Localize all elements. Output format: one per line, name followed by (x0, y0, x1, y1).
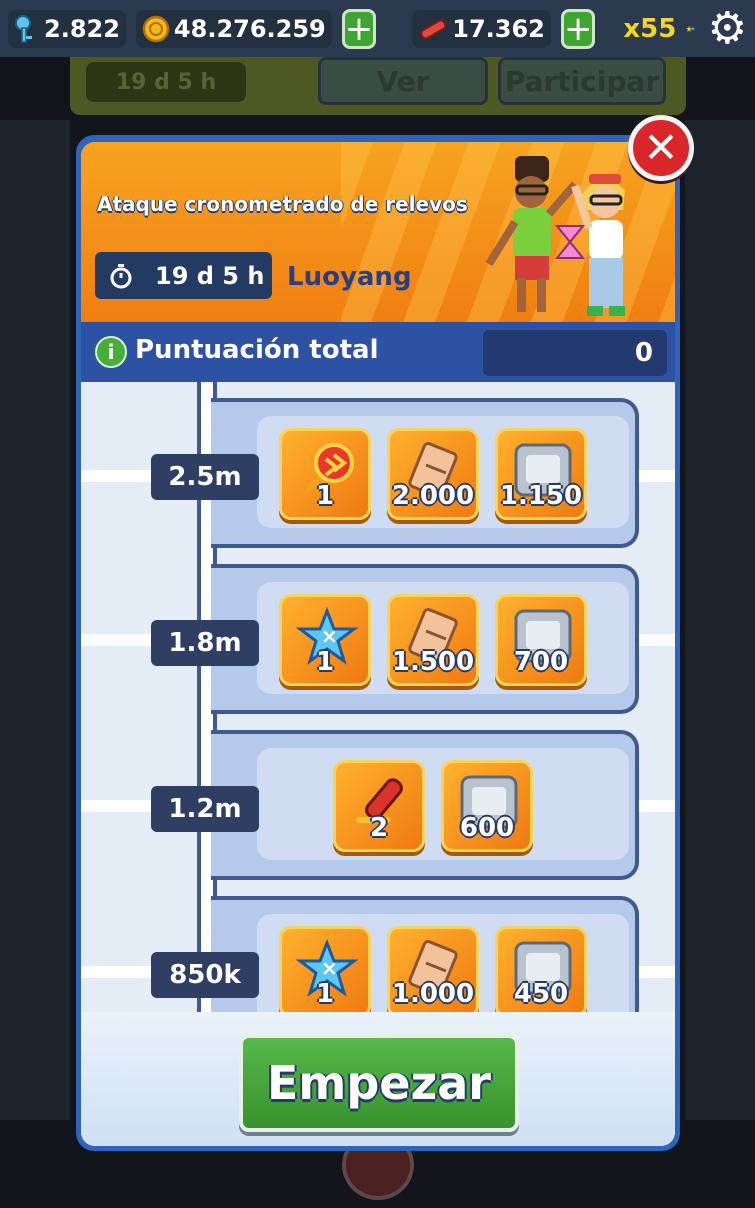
tier-threshold: 1.8m (151, 620, 259, 666)
total-score-value: 0 (483, 330, 667, 376)
keys-count: 2.822 (44, 14, 120, 43)
add-hoverboards-button[interactable]: + (560, 8, 596, 49)
background-join-button: Participar (498, 57, 666, 105)
event-title: Ataque cronometrado de relevos (97, 192, 468, 216)
reward-tier: × 1 1.000 450 (211, 896, 639, 1012)
reward-item[interactable]: 700 (495, 594, 587, 686)
star-icon[interactable] (686, 6, 696, 52)
hoverboards-counter: 17.362 (412, 9, 551, 48)
close-icon: ✕ (643, 123, 679, 172)
svg-text:×: × (321, 956, 338, 980)
background-timer-text: 19 d 5 h (115, 69, 217, 95)
background-timer: 19 d 5 h (86, 62, 246, 102)
event-city: Luoyang (287, 262, 412, 292)
reward-tier: 1 2.000 1.150 (211, 398, 639, 548)
reward-quantity: 1 (315, 647, 335, 677)
event-banner: Ataque cronometrado de relevos 19 d 5 h … (81, 142, 675, 322)
reward-quantity: 1.000 (391, 979, 475, 1009)
close-button[interactable]: ✕ (628, 115, 694, 181)
total-score-bar: i Puntuación total 0 (81, 322, 675, 382)
rewards-track[interactable]: 1 2.000 1.150 2.5m × 1 1.500 700 1.8m 2 … (81, 382, 675, 1012)
keys-counter: 2.822 (8, 9, 126, 48)
reward-tier: 2 600 (211, 730, 639, 880)
reward-item[interactable]: 2 (333, 760, 425, 852)
reward-quantity: 1 (315, 979, 335, 1009)
stopwatch-icon (110, 263, 132, 288)
total-score-label: Puntuación total (135, 335, 379, 365)
reward-item[interactable]: 2.000 (387, 428, 479, 520)
background-view-label: Ver (376, 64, 430, 98)
background-join-label: Participar (504, 64, 660, 98)
currency-bar: 2.822 48.276.259 + 17.362 + x55 ⚙ (0, 0, 755, 57)
popup-footer: Empezar (81, 1012, 675, 1146)
reward-quantity: 700 (513, 647, 569, 677)
info-icon[interactable]: i (95, 336, 127, 368)
tier-threshold: 2.5m (151, 454, 259, 500)
add-coins-button[interactable]: + (341, 8, 377, 49)
reward-tier-slots: 1 2.000 1.150 (257, 416, 629, 528)
event-popup: Ataque cronometrado de relevos 19 d 5 h … (76, 135, 680, 1151)
event-timer: 19 d 5 h (95, 252, 272, 299)
score-multiplier: x55 (623, 13, 677, 44)
reward-item[interactable]: 1.500 (387, 594, 479, 686)
coin-icon (142, 15, 170, 42)
start-button[interactable]: Empezar (239, 1034, 519, 1132)
reward-quantity: 2 (369, 813, 389, 843)
coins-count: 48.276.259 (173, 14, 326, 43)
reward-item[interactable]: 1.000 (387, 926, 479, 1012)
reward-quantity: 1.500 (391, 647, 475, 677)
reward-quantity: 600 (459, 813, 515, 843)
reward-quantity: 1.150 (499, 481, 583, 511)
reward-item[interactable]: 1.150 (495, 428, 587, 520)
reward-item[interactable]: 450 (495, 926, 587, 1012)
event-popup-body: Ataque cronometrado de relevos 19 d 5 h … (81, 142, 675, 1146)
reward-tier-slots: × 1 1.000 450 (257, 914, 629, 1012)
key-icon (15, 14, 32, 43)
hoverboards-count: 17.362 (452, 14, 545, 43)
reward-item[interactable]: 600 (441, 760, 533, 852)
reward-tier-slots: × 1 1.500 700 (257, 582, 629, 694)
reward-item[interactable]: 1 (279, 428, 371, 520)
tier-threshold: 1.2m (151, 786, 259, 832)
reward-tier: × 1 1.500 700 (211, 564, 639, 714)
reward-quantity: 2.000 (391, 481, 475, 511)
hoverboard-icon (420, 19, 447, 39)
reward-item[interactable]: × 1 (279, 926, 371, 1012)
event-timer-text: 19 d 5 h (155, 261, 265, 290)
reward-item[interactable]: × 1 (279, 594, 371, 686)
reward-quantity: 1 (315, 481, 335, 511)
coins-counter: 48.276.259 (135, 9, 332, 48)
reward-tier-slots: 2 600 (257, 748, 629, 860)
background-view-button: Ver (318, 57, 488, 105)
background-right (685, 120, 755, 1120)
gear-icon[interactable]: ⚙ (708, 6, 747, 51)
characters-illustration (485, 156, 625, 316)
tier-threshold: 850k (151, 952, 259, 998)
background-left (0, 120, 70, 1120)
svg-text:×: × (321, 624, 338, 648)
reward-quantity: 450 (513, 979, 569, 1009)
